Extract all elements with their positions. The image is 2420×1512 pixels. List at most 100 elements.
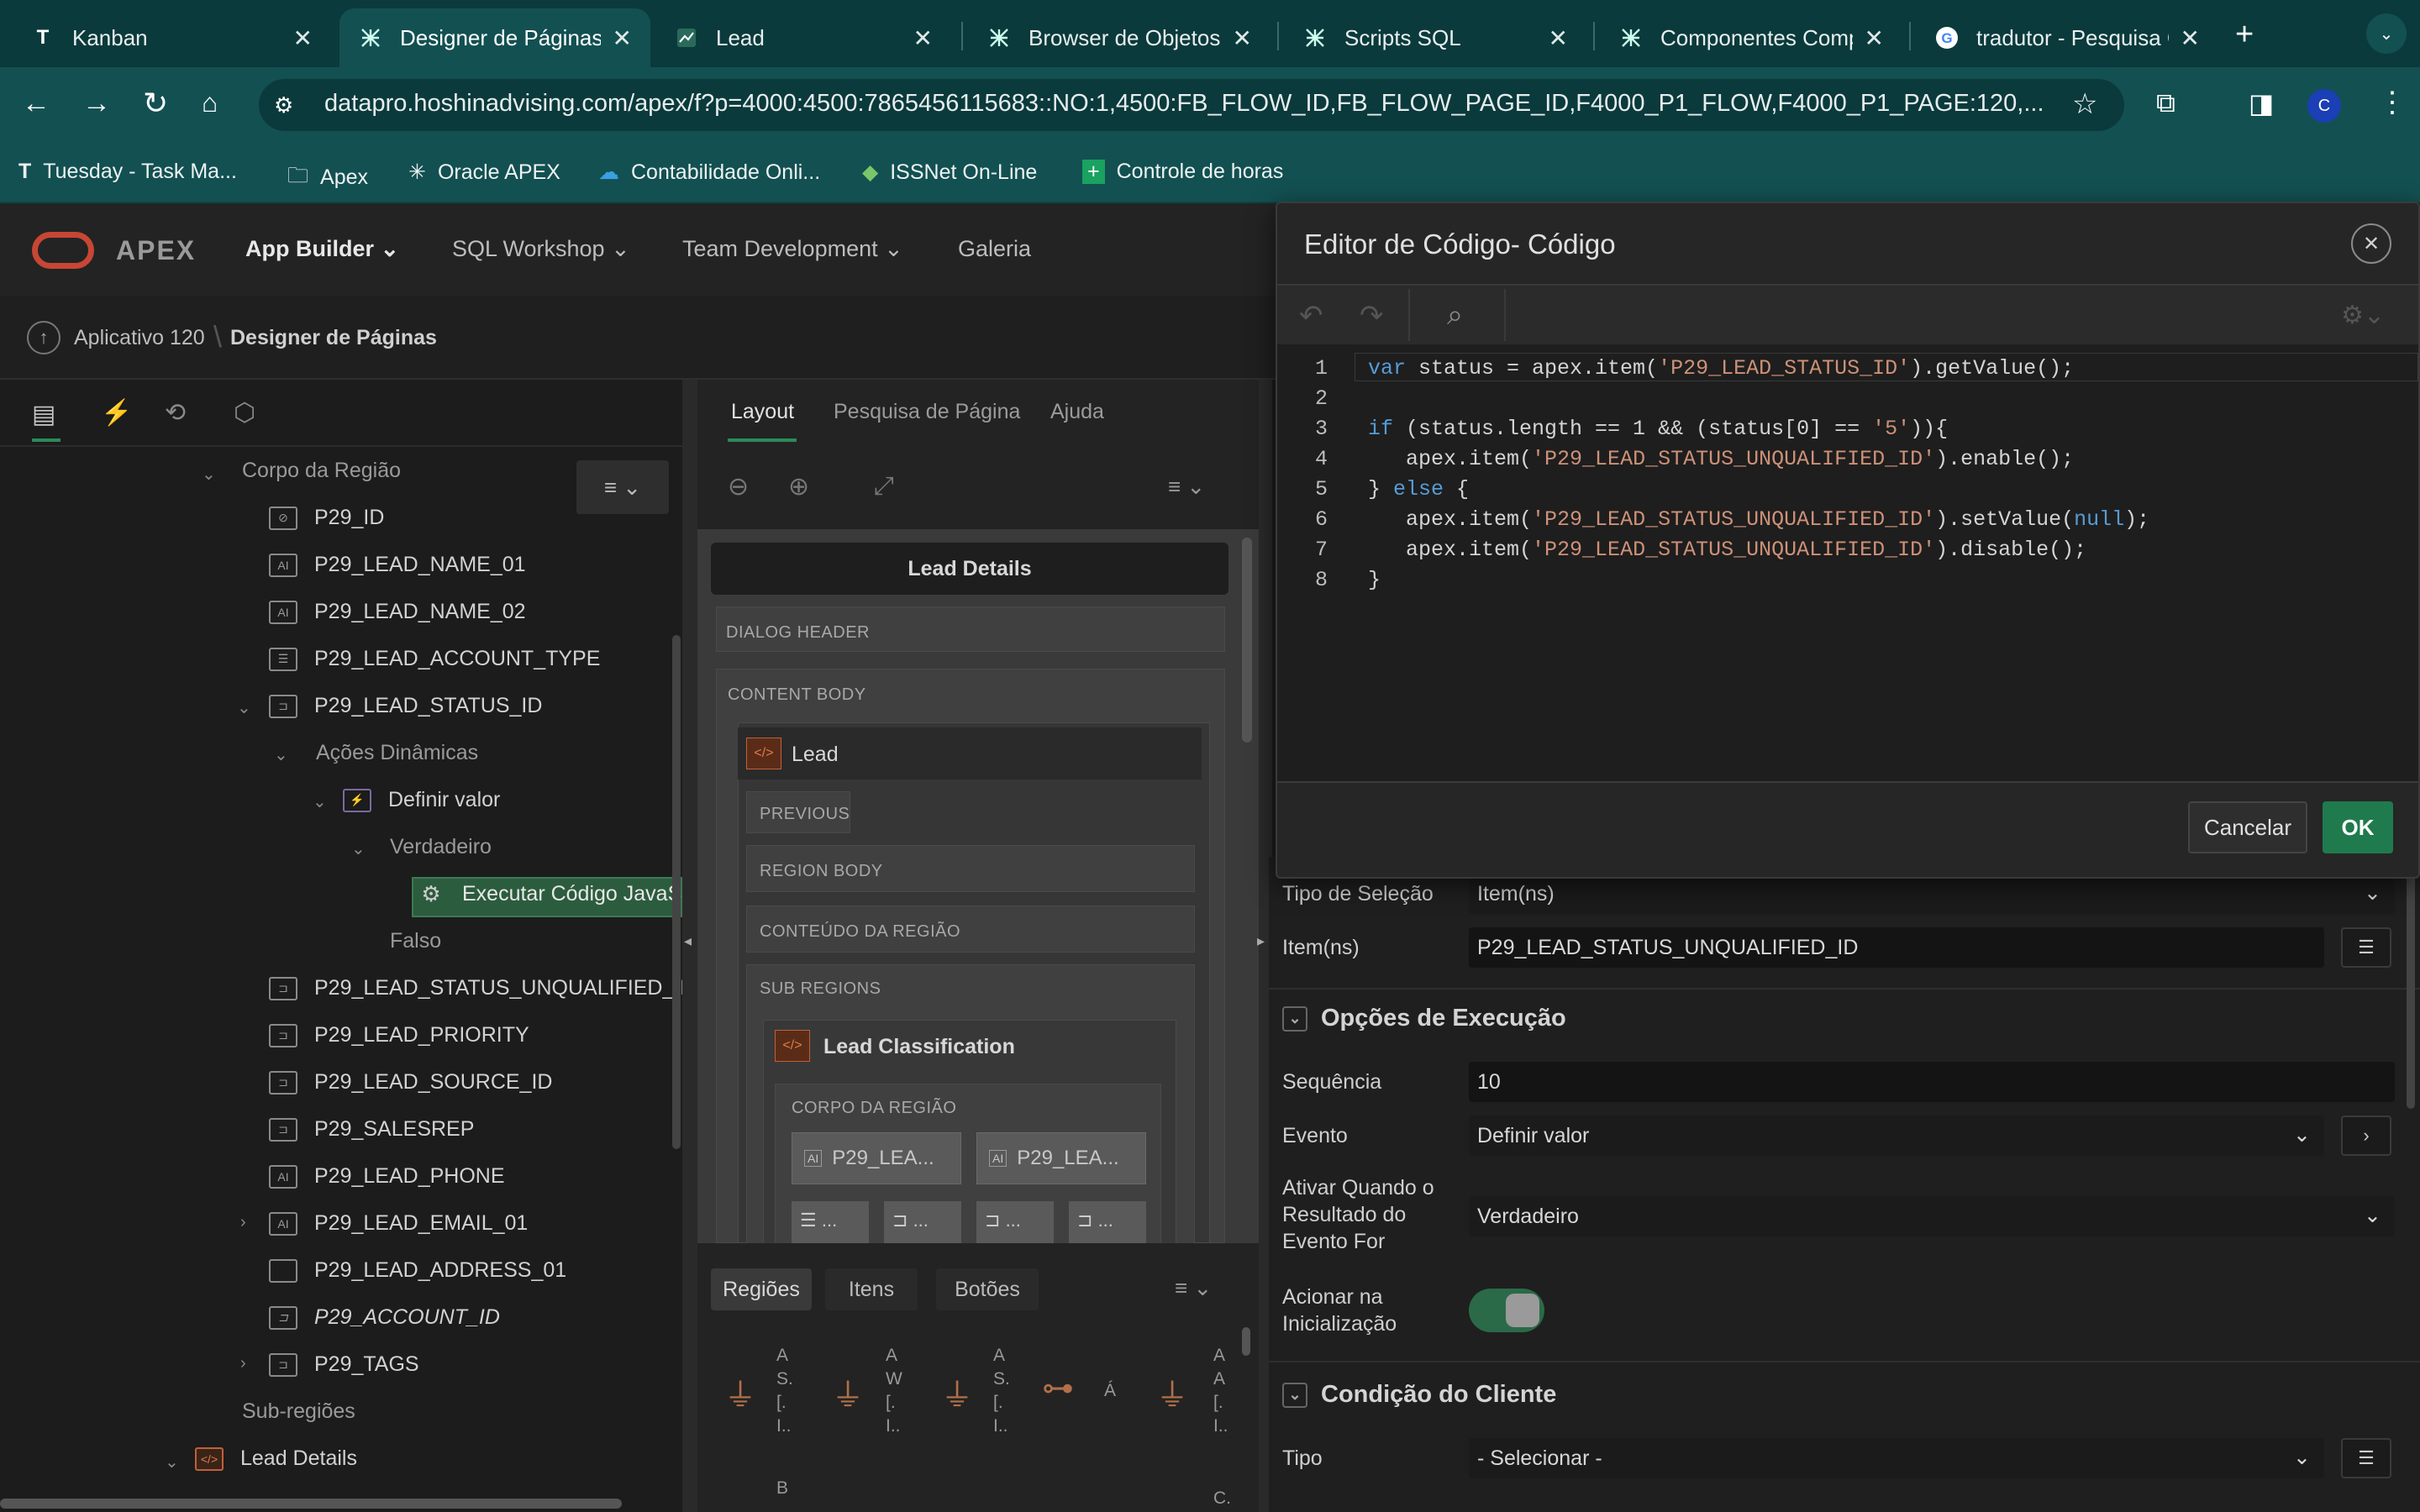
close-icon[interactable]: ✕ [613,24,632,52]
tab-browser-objetos[interactable]: Browser de Objetos ✕ [968,8,1270,67]
breadcrumb-app[interactable]: Aplicativo 120 [74,326,205,350]
site-info-icon[interactable]: ⚙ [274,92,293,118]
close-icon[interactable]: ✕ [1233,24,1252,52]
bookmark-apex-folder[interactable]: 🗀 Apex [287,160,368,196]
chevron-right-icon[interactable]: › [240,1213,246,1232]
canvas-item-b[interactable]: AI P29_LEA... [976,1132,1146,1184]
tree-region-icon[interactable]: ⊶ [1042,1369,1074,1407]
splitter-arrow-icon[interactable]: ▸ [1257,932,1265,950]
type-select[interactable]: - Selecionar - ⌄ [1469,1438,2324,1478]
profile-avatar[interactable]: C [2307,89,2341,123]
ok-button[interactable]: OK [2323,801,2393,853]
tab-lead[interactable]: Lead ✕ [655,8,951,67]
tree-node-lead-phone[interactable]: AI P29_LEAD_PHONE [269,1164,505,1189]
tab-componentes[interactable]: Componentes Comp ✕ [1600,8,1902,67]
close-icon[interactable]: ✕ [2181,24,2200,52]
code-line[interactable]: apex.item('P29_LEAD_STATUS_UNQUALIFIED_I… [1368,447,2074,471]
client-condition-section[interactable]: ⌄ Condição do Cliente [1282,1381,1556,1409]
dynamic-actions-tab-icon[interactable]: ⚡ [101,398,132,428]
tab-kanban[interactable]: T Kanban ✕ [12,8,331,67]
gallery-menu-icon[interactable]: ≡ ⌄ [1175,1275,1212,1301]
exec-options-section[interactable]: ⌄ Opções de Execução [1282,1005,1566,1032]
shared-components-tab-icon[interactable]: ⬡ [234,398,255,428]
close-icon[interactable]: ✕ [1549,24,1568,52]
extensions-icon[interactable]: ⧉ [2156,87,2175,119]
tree-node-p29-id[interactable]: ⊘ P29_ID [269,506,384,530]
code-line[interactable]: if (status.length == 1 && (status[0] == … [1368,417,1948,441]
chevron-right-icon[interactable]: › [240,1354,246,1373]
nav-app-builder[interactable]: App Builder ⌄ [245,236,399,262]
zoom-in-icon[interactable]: ⊕ [788,472,809,501]
tab-scripts-sql[interactable]: Scripts SQL ✕ [1284,8,1586,67]
search-icon[interactable]: ⌕ [1447,299,1463,332]
tree-node-dynamic-actions[interactable]: Ações Dinâmicas [316,741,478,765]
close-icon[interactable]: ✕ [913,24,933,52]
bookmark-star-icon[interactable]: ☆ [2072,87,2097,121]
tree-node-false[interactable]: Falso [390,929,441,953]
tree-node-account-id[interactable]: ⊐ P29_ACCOUNT_ID [269,1305,500,1330]
event-select[interactable]: Definir valor ⌄ [1469,1116,2324,1156]
canvas-item-c[interactable]: ☰ ... [792,1201,869,1243]
tab-ajuda[interactable]: Ajuda [1050,400,1104,424]
cancel-button[interactable]: Cancelar [2188,801,2307,853]
tree-node-lead-details[interactable]: </> Lead Details [195,1446,357,1471]
tree-scrollbar[interactable] [672,635,681,1149]
sequence-field[interactable]: 10 [1469,1062,2395,1102]
chevron-down-icon[interactable]: ⌄ [274,744,288,765]
code-line[interactable]: } [1368,568,1381,592]
home-icon[interactable]: ⌂ [202,87,218,118]
tree-node-sub-regions[interactable]: Sub-regiões [242,1399,355,1424]
items-field[interactable]: P29_LEAD_STATUS_UNQUALIFIED_ID [1469,927,2324,968]
tree-node-set-value[interactable]: ⚡ Definir valor [343,788,500,812]
close-icon[interactable]: ✕ [1865,24,1884,52]
bookmark-controle-horas[interactable]: + Controle de horas [1082,160,1283,184]
canvas-item-f[interactable]: ⊐ ... [1069,1201,1146,1243]
bookmark-oracle-apex[interactable]: ✳ Oracle APEX [408,160,560,185]
close-dialog-button[interactable]: ✕ [2351,223,2391,264]
forward-icon[interactable]: → [82,87,111,120]
tree-node-lead-name-02[interactable]: AI P29_LEAD_NAME_02 [269,600,526,624]
list-picker-icon[interactable]: ☰ [2341,1438,2391,1478]
bookmark-issnet[interactable]: ◆ ISSNet On-Line [862,160,1037,185]
tab-pesquisa-pagina[interactable]: Pesquisa de Página [834,400,1020,424]
tree-node-tags[interactable]: ⊐ P29_TAGS [269,1352,419,1377]
rendering-tab-icon[interactable]: ▤ [32,400,55,429]
tree-node-true[interactable]: Verdadeiro [390,835,492,859]
tree-node-lead-priority[interactable]: ⊐ P29_LEAD_PRIORITY [269,1023,529,1047]
tree-menu-button[interactable]: ≡ ⌄ [576,460,669,514]
fire-when-select[interactable]: Verdadeiro ⌄ [1469,1196,2395,1236]
tree-h-scrollbar[interactable] [0,1499,622,1509]
gallery-tab-itens[interactable]: Itens [825,1268,918,1310]
tab-search-chevron-icon[interactable]: ⌄ [2366,13,2407,54]
side-panel-icon[interactable]: ◨ [2249,87,2274,119]
tab-layout[interactable]: Layout [731,400,794,424]
code-line[interactable]: var status = apex.item('P29_LEAD_STATUS_… [1368,356,2074,381]
canvas-item-e[interactable]: ⊐ ... [976,1201,1054,1243]
code-line[interactable]: apex.item('P29_LEAD_STATUS_UNQUALIFIED_I… [1368,538,2086,562]
tree-node-salesrep[interactable]: ⊐ P29_SALESREP [269,1117,474,1142]
chevron-down-icon[interactable]: ⌄ [351,838,366,859]
code-editor[interactable] [1277,344,2418,781]
plugin-icon[interactable]: ⏚ [832,1369,864,1415]
close-icon[interactable]: ✕ [293,24,313,52]
tab-designer-paginas[interactable]: Designer de Páginas ✕ [339,8,650,67]
props-scrollbar[interactable] [2407,874,2415,1109]
tree-node-lead-account-type[interactable]: ☰ P29_LEAD_ACCOUNT_TYPE [269,647,600,671]
canvas-scrollbar[interactable] [1242,538,1252,743]
go-to-event-icon[interactable]: › [2341,1116,2391,1156]
plugin-icon[interactable]: ⏚ [1156,1369,1188,1415]
undo-icon[interactable]: ↶ [1299,299,1323,333]
code-line[interactable]: } else { [1368,477,1469,501]
layout-menu-icon[interactable]: ≡ ⌄ [1168,474,1205,500]
redo-icon[interactable]: ↷ [1360,299,1384,333]
up-arrow-icon[interactable]: ↑ [27,321,60,354]
url-text[interactable]: datapro.hoshinadvising.com/apex/f?p=4000… [324,90,2055,118]
chevron-down-icon[interactable]: ⌄ [313,791,327,812]
tab-tradutor[interactable]: G tradutor - Pesquisa G ✕ [1916,8,2218,67]
canvas-item-a[interactable]: AI P29_LEA... [792,1132,961,1184]
nav-team-development[interactable]: Team Development ⌄ [682,236,903,262]
selection-type-select[interactable]: Item(ns) ⌄ [1469,874,2395,914]
fire-on-init-toggle[interactable] [1469,1289,1544,1332]
chevron-down-icon[interactable]: ⌄ [202,464,216,485]
expand-icon[interactable]: ⤢ [874,472,894,501]
